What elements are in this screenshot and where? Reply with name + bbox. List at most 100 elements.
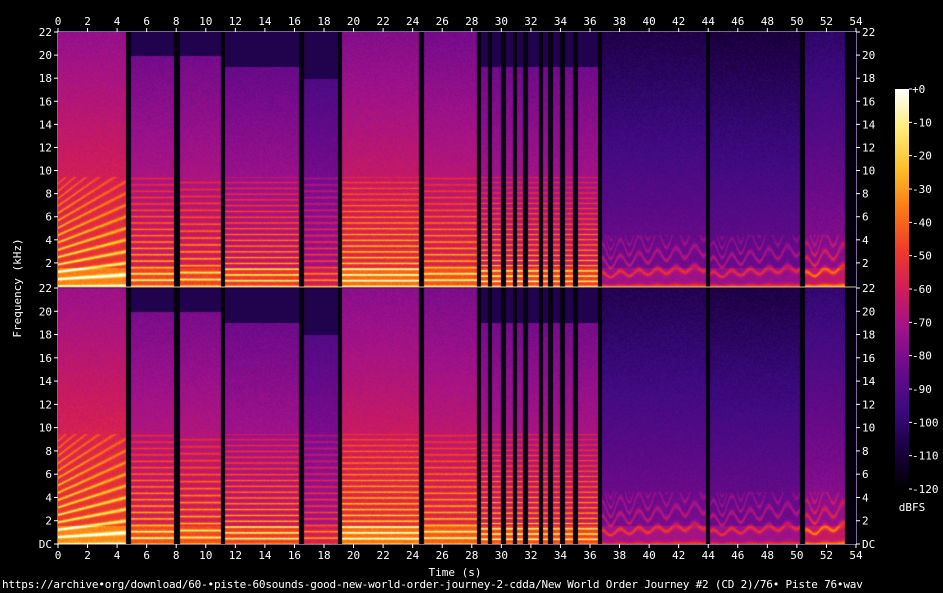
colorbar-gradient bbox=[895, 89, 909, 489]
y-tick-left-label: 22 bbox=[39, 282, 52, 295]
x-tick-top-label: 46 bbox=[731, 15, 744, 28]
x-tick-top-label: 54 bbox=[849, 15, 863, 28]
colorbar-tick-label: -40 bbox=[912, 216, 932, 229]
x-tick-bottom-label: 2 bbox=[84, 549, 91, 562]
y-tick-right-label: 14 bbox=[862, 118, 876, 131]
x-axis-top: 0 2 4 6 8 10 12 14 16 18 20 22 24 26 28 30 32 34 36 38 40 42 4… bbox=[55, 15, 863, 32]
colorbar-tick-label: -100 bbox=[912, 416, 939, 429]
y-tick-left-label: 18 bbox=[39, 329, 52, 342]
y-tick-right-label: DC bbox=[862, 538, 875, 551]
y-tick-left-label: 8 bbox=[45, 188, 52, 201]
x-tick-top-label: 50 bbox=[790, 15, 803, 28]
y-tick-right-label: 12 bbox=[862, 398, 875, 411]
colorbar-tick-label: +0 bbox=[912, 83, 925, 96]
x-tick-top-label: 18 bbox=[317, 15, 330, 28]
y-tick-right-label: 16 bbox=[862, 352, 875, 365]
x-tick-bottom-label: 50 bbox=[790, 549, 803, 562]
x-tick-bottom-label: 42 bbox=[672, 549, 685, 562]
y-tick-left-label: 4 bbox=[45, 234, 52, 247]
colorbar-tick-label: -70 bbox=[912, 316, 932, 329]
x-tick-bottom-label: 38 bbox=[613, 549, 626, 562]
y-tick-right-label: 2 bbox=[862, 515, 869, 528]
x-tick-top-label: 26 bbox=[436, 15, 449, 28]
x-tick-top-label: 6 bbox=[143, 15, 150, 28]
x-tick-top-label: 16 bbox=[288, 15, 301, 28]
y-axis-left: 2 4 6 8 10 12 14 16 18 20 22 DC 2 4 6 8 10 12 14 16 18 20 22 bbox=[39, 26, 58, 551]
x-tick-top-label: 40 bbox=[642, 15, 655, 28]
x-tick-bottom-label: 24 bbox=[406, 549, 420, 562]
colorbar-tick-label: -110 bbox=[912, 450, 939, 463]
x-tick-bottom-label: 12 bbox=[229, 549, 242, 562]
y-tick-left-label: 2 bbox=[45, 257, 52, 270]
colorbar-tick-label: -20 bbox=[912, 150, 932, 163]
colorbar-label: dBFS bbox=[899, 501, 926, 514]
colorbar: +0 -10 -20 -30 -40 -50 -60 -70 -80 -90 -100 -110 -12… bbox=[895, 83, 939, 496]
x-tick-top-label: 42 bbox=[672, 15, 685, 28]
x-tick-bottom-label: 22 bbox=[376, 549, 389, 562]
x-tick-bottom-label: 54 bbox=[849, 549, 863, 562]
x-tick-top-label: 38 bbox=[613, 15, 626, 28]
y-tick-right-label: 12 bbox=[862, 141, 875, 154]
y-tick-left-label: 22 bbox=[39, 26, 52, 39]
x-tick-bottom-label: 48 bbox=[761, 549, 774, 562]
x-tick-bottom-label: 16 bbox=[288, 549, 301, 562]
x-tick-top-label: 44 bbox=[702, 15, 716, 28]
y-tick-left-label: 12 bbox=[39, 398, 52, 411]
x-tick-bottom-label: 0 bbox=[55, 549, 62, 562]
y-tick-right-label: 10 bbox=[862, 165, 875, 178]
x-tick-top-label: 2 bbox=[84, 15, 91, 28]
x-tick-top-label: 48 bbox=[761, 15, 774, 28]
x-tick-bottom-label: 28 bbox=[465, 549, 478, 562]
x-tick-bottom-label: 32 bbox=[524, 549, 537, 562]
x-tick-bottom-label: 40 bbox=[642, 549, 655, 562]
spectrogram-plot-area bbox=[58, 32, 856, 544]
colorbar-tick-label: -120 bbox=[912, 483, 939, 496]
x-tick-bottom-label: 6 bbox=[143, 549, 150, 562]
y-tick-left-label: 20 bbox=[39, 49, 52, 62]
colorbar-tick-label: -60 bbox=[912, 283, 932, 296]
x-tick-top-label: 52 bbox=[820, 15, 833, 28]
y-tick-right-label: 20 bbox=[862, 49, 875, 62]
x-tick-top-label: 20 bbox=[347, 15, 360, 28]
y-tick-left-label: 6 bbox=[45, 211, 52, 224]
x-tick-bottom-label: 52 bbox=[820, 549, 833, 562]
y-tick-left-label: 10 bbox=[39, 422, 52, 435]
x-tick-bottom-label: 36 bbox=[583, 549, 596, 562]
x-tick-top-label: 4 bbox=[114, 15, 121, 28]
colorbar-tick-label: -10 bbox=[912, 116, 932, 129]
spectrogram-chart: 0 2 4 6 8 10 12 14 16 18 20 22 24 26 28 30 32 34 36 38 40 42 4… bbox=[11, 15, 939, 579]
y-tick-left-label: 6 bbox=[45, 468, 52, 481]
y-tick-right-label: 22 bbox=[862, 282, 875, 295]
y-tick-left-label: 18 bbox=[39, 72, 52, 85]
x-tick-top-label: 28 bbox=[465, 15, 478, 28]
x-tick-top-label: 22 bbox=[376, 15, 389, 28]
source-path: https://archive•org/download/60-•piste-6… bbox=[2, 578, 863, 591]
y-tick-left-label: 2 bbox=[45, 515, 52, 528]
x-tick-bottom-label: 10 bbox=[199, 549, 212, 562]
y-tick-left-label: 20 bbox=[39, 305, 52, 318]
y-tick-right-label: 20 bbox=[862, 305, 875, 318]
y-tick-right-label: 18 bbox=[862, 329, 875, 342]
x-tick-top-label: 8 bbox=[173, 15, 180, 28]
y-tick-right-label: 4 bbox=[862, 234, 869, 247]
x-tick-top-label: 30 bbox=[495, 15, 508, 28]
x-tick-bottom-label: 14 bbox=[258, 549, 272, 562]
y-tick-left-label: 16 bbox=[39, 352, 52, 365]
y-tick-right-label: 2 bbox=[862, 257, 869, 270]
y-tick-right-label: 22 bbox=[862, 26, 875, 39]
x-tick-top-label: 14 bbox=[258, 15, 272, 28]
x-tick-top-label: 0 bbox=[55, 15, 62, 28]
y-tick-left-label: 8 bbox=[45, 445, 52, 458]
x-tick-bottom-label: 4 bbox=[114, 549, 121, 562]
colorbar-tick-label: -80 bbox=[912, 350, 932, 363]
y-tick-right-label: 14 bbox=[862, 375, 876, 388]
y-tick-right-label: 6 bbox=[862, 468, 869, 481]
colorbar-tick-label: -90 bbox=[912, 383, 932, 396]
x-tick-bottom-label: 18 bbox=[317, 549, 330, 562]
y-tick-right-label: 16 bbox=[862, 95, 875, 108]
y-tick-right-label: 4 bbox=[862, 491, 869, 504]
y-tick-right-label: 6 bbox=[862, 211, 869, 224]
y-tick-left-label: 14 bbox=[39, 118, 53, 131]
y-tick-right-label: 10 bbox=[862, 422, 875, 435]
x-tick-top-label: 10 bbox=[199, 15, 212, 28]
